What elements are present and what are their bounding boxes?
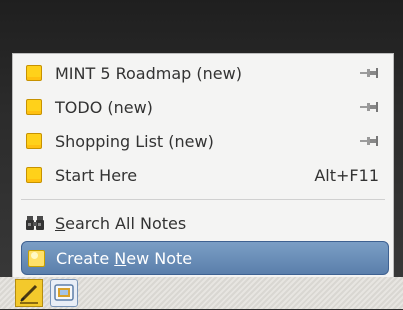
menu-item-mint-5-roadmap[interactable]: MINT 5 Roadmap (new) [13,56,393,90]
note-icon [26,133,42,149]
menu-item-label: Shopping List (new) [55,131,214,151]
menu-item-label: Search All Notes [55,213,187,233]
menu-item-label: Create New Note [56,248,193,268]
note-icon [26,65,42,81]
menu-item-start-here[interactable]: Start Here Alt+F11 [13,158,393,192]
tomboy-applet-button[interactable] [15,279,43,307]
tomboy-notes-menu: MINT 5 Roadmap (new) TODO (new) Shopping… [12,53,394,278]
note-icon [26,167,42,183]
workspace-icon [54,284,74,301]
pin-icon[interactable] [359,66,379,80]
binoculars-icon [26,216,44,230]
menu-item-label: Start Here [55,165,138,185]
menu-item-label: MINT 5 Roadmap (new) [55,63,242,83]
menu-item-todo[interactable]: TODO (new) [13,90,393,124]
pencil-note-icon [20,284,38,304]
new-note-icon [28,249,45,267]
note-icon [26,99,42,115]
menu-item-shopping-list[interactable]: Shopping List (new) [13,124,393,158]
menu-separator [21,199,385,200]
pin-icon[interactable] [359,134,379,148]
menu-item-search-all-notes[interactable]: Search All Notes [13,206,393,240]
menu-item-create-new-note[interactable]: Create New Note [21,241,389,275]
shortcut-label: Alt+F11 [314,165,379,185]
pin-icon[interactable] [359,100,379,114]
menu-item-label: TODO (new) [55,97,153,117]
workspace-switcher-button[interactable] [50,279,78,307]
